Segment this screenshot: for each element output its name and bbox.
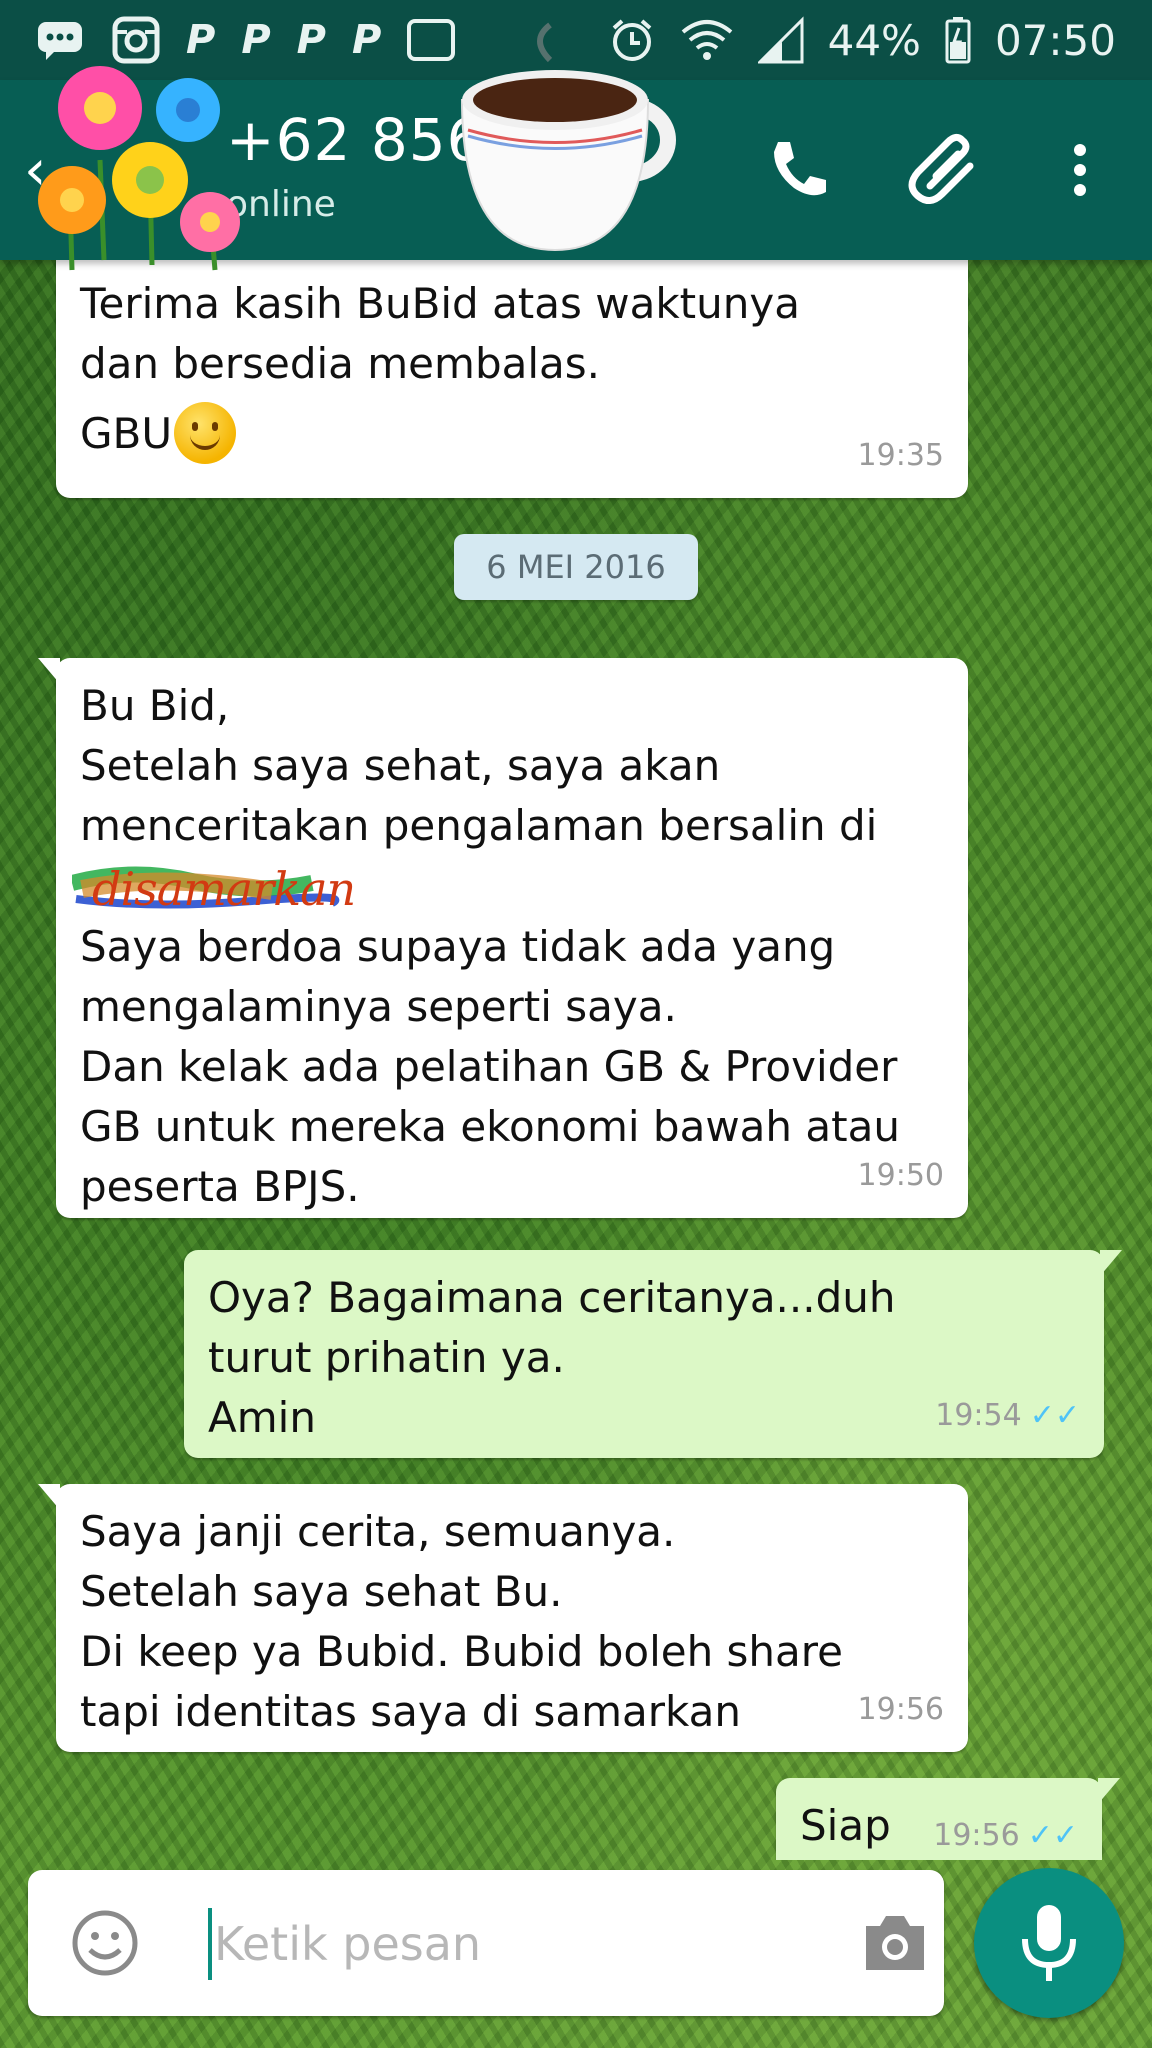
message-input[interactable] [214, 1904, 834, 1984]
message-line: GB untuk mereka ekonomi bawah atau [80, 1101, 900, 1151]
message-line: Setelah saya sehat, saya akan [80, 741, 721, 790]
message-line: Dan kelak ada pelatihan GB & Provider [80, 1041, 898, 1091]
message-time: 19:54 [935, 1398, 1022, 1433]
message-composer [28, 1870, 944, 2016]
message-line: Saya janji cerita, semuanya. [80, 1507, 676, 1556]
outgoing-message[interactable]: Oya? Bagaimana ceritanya...duh turut pri… [184, 1250, 1122, 1458]
incoming-message[interactable]: Bu Bid, Setelah saya sehat, saya akan me… [38, 658, 968, 1218]
smile-emoji-icon [174, 401, 237, 464]
message-line: turut prihatin ya. [208, 1333, 565, 1382]
message-line: Bu Bid, [80, 681, 230, 730]
message-line: tapi identitas saya di samarkan [80, 1687, 741, 1736]
battery-icon [945, 17, 971, 64]
message-time: 19:35 [857, 438, 944, 473]
bubble-tail [38, 658, 60, 684]
message-list[interactable]: Terima kasih BuBid atas waktunya dan ber… [0, 260, 1152, 1860]
message-line: GBU [80, 401, 944, 468]
message-line: peserta BPJS. [80, 1161, 360, 1211]
message-line: menceritakan pengalaman bersalin di [80, 801, 878, 850]
emoji-icon[interactable] [70, 1908, 140, 1978]
redaction-scribble: disamarkan [72, 861, 500, 917]
pinterest-icon: 𝙋 [296, 17, 326, 63]
bubble-tail [38, 1484, 60, 1510]
message-meta: 19:54 ✓✓ [935, 1386, 1080, 1446]
camera-icon[interactable] [860, 1912, 930, 1974]
menu-icon[interactable] [1060, 124, 1100, 216]
coffee-cup-sticker [460, 22, 676, 252]
text-cursor [208, 1908, 212, 1980]
message-line: Oya? Bagaimana ceritanya...duh [208, 1273, 896, 1322]
pinterest-icon: 𝙋 [351, 17, 382, 63]
outgoing-message[interactable]: Siap 19:56 ✓✓ [776, 1778, 1120, 1860]
signal-icon [757, 16, 804, 64]
redacted-line: disamarkan [72, 856, 944, 917]
clock: 07:50 [994, 15, 1116, 65]
date-separator: 6 MEI 2016 [454, 534, 698, 600]
call-icon[interactable] [752, 124, 844, 216]
message-line: dan bersedia membalas. [80, 339, 600, 388]
battery-percent: 44% [827, 15, 921, 65]
message-time: 19:56 [857, 1692, 944, 1727]
message-line: mengalaminya seperti saya. [80, 981, 677, 1031]
message-meta: 19:56 ✓✓ [933, 1806, 1078, 1860]
mic-icon [1022, 1905, 1076, 1981]
flower-sticker [38, 66, 240, 271]
bubble-tail [1098, 1778, 1120, 1804]
incoming-message[interactable]: Terima kasih BuBid atas waktunya dan ber… [56, 260, 968, 498]
bubble-tail [1100, 1250, 1122, 1276]
message-time: 19:50 [857, 1158, 944, 1193]
attach-icon[interactable] [900, 124, 992, 216]
read-ticks-icon: ✓✓ [1029, 1398, 1080, 1433]
incoming-message[interactable]: Saya janji cerita, semuanya. Setelah say… [38, 1484, 968, 1752]
message-time: 19:56 [933, 1818, 1020, 1853]
message-text: GBU [80, 409, 173, 458]
redaction-label: disamarkan [92, 861, 356, 916]
message-line: Saya berdoa supaya tidak ada yang [80, 921, 836, 971]
message-line: Di keep ya Bubid. Bubid boleh share [80, 1627, 843, 1676]
message-line: Setelah saya sehat Bu. [80, 1567, 563, 1616]
read-ticks-icon: ✓✓ [1027, 1818, 1078, 1853]
mic-button[interactable] [974, 1868, 1124, 2018]
